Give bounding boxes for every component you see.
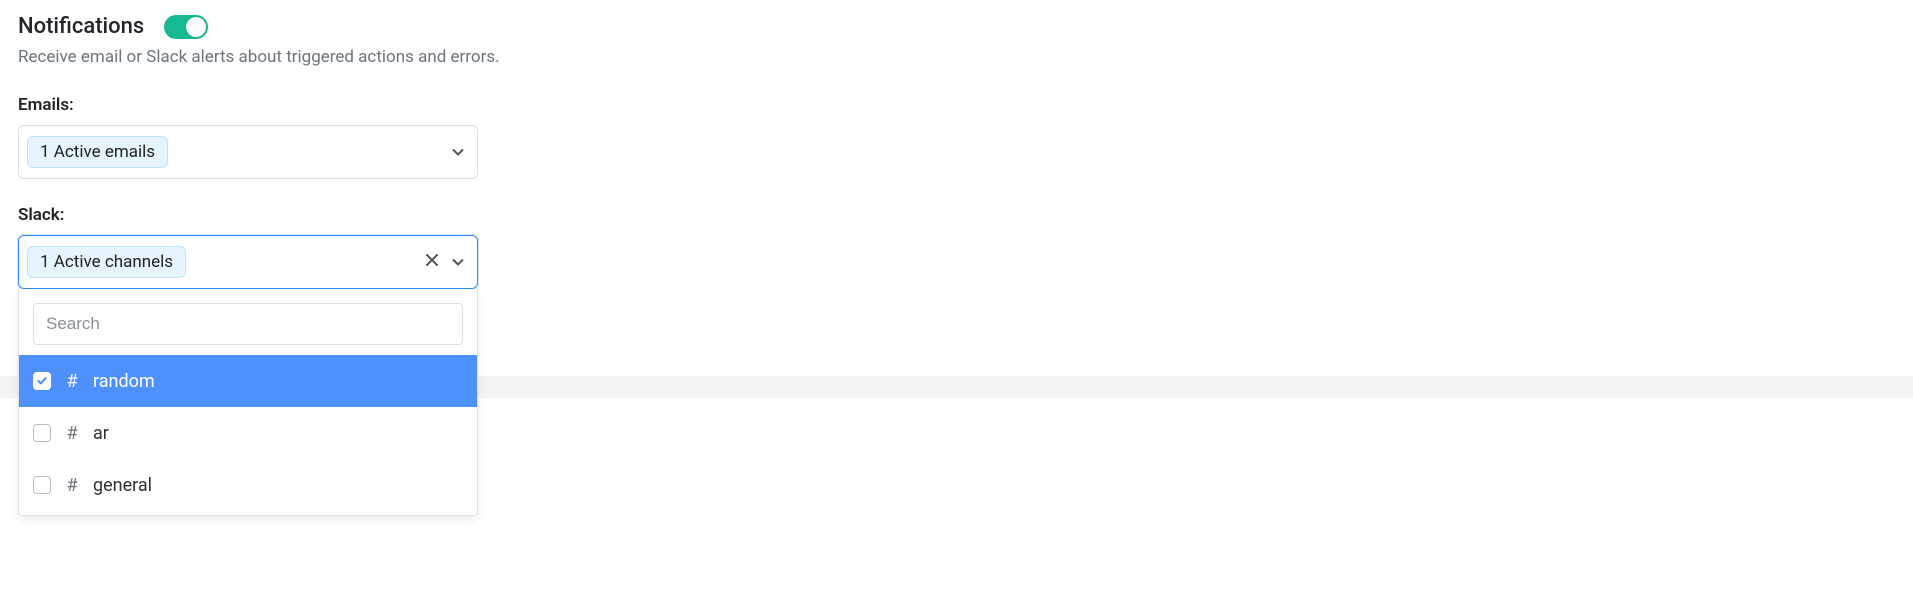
- slack-option-random[interactable]: # random: [19, 355, 477, 407]
- search-input[interactable]: [33, 303, 463, 345]
- chevron-down-icon[interactable]: [451, 255, 465, 269]
- slack-field: Slack: 1 Active channels: [18, 205, 1895, 289]
- hash-icon: #: [65, 371, 79, 392]
- option-label: random: [93, 371, 155, 392]
- emails-label: Emails:: [18, 95, 1895, 115]
- hash-icon: #: [65, 423, 79, 444]
- emails-select[interactable]: 1 Active emails: [18, 125, 478, 179]
- section-description: Receive email or Slack alerts about trig…: [18, 47, 1895, 67]
- slack-option-ar[interactable]: # ar: [19, 407, 477, 459]
- option-label: ar: [93, 423, 109, 444]
- emails-active-tag: 1 Active emails: [27, 136, 168, 168]
- slack-label: Slack:: [18, 205, 1895, 225]
- clear-icon[interactable]: [421, 249, 443, 275]
- slack-active-tag: 1 Active channels: [27, 246, 186, 278]
- slack-select[interactable]: 1 Active channels: [18, 235, 478, 289]
- notifications-section: Notifications Receive email or Slack ale…: [0, 0, 1913, 289]
- section-title: Notifications: [18, 14, 144, 39]
- toggle-knob: [186, 17, 206, 37]
- slack-options-list: # random # ar #: [19, 355, 477, 511]
- emails-field: Emails: 1 Active emails: [18, 95, 1895, 179]
- slack-option-general[interactable]: # general: [19, 459, 477, 511]
- checkbox-unchecked[interactable]: [33, 424, 51, 442]
- slack-dropdown: # random # ar #: [18, 289, 478, 516]
- chevron-down-icon[interactable]: [451, 145, 465, 159]
- hash-icon: #: [65, 475, 79, 496]
- notifications-toggle[interactable]: [164, 15, 208, 39]
- option-label: general: [93, 475, 152, 496]
- checkbox-checked[interactable]: [33, 372, 51, 390]
- checkbox-unchecked[interactable]: [33, 476, 51, 494]
